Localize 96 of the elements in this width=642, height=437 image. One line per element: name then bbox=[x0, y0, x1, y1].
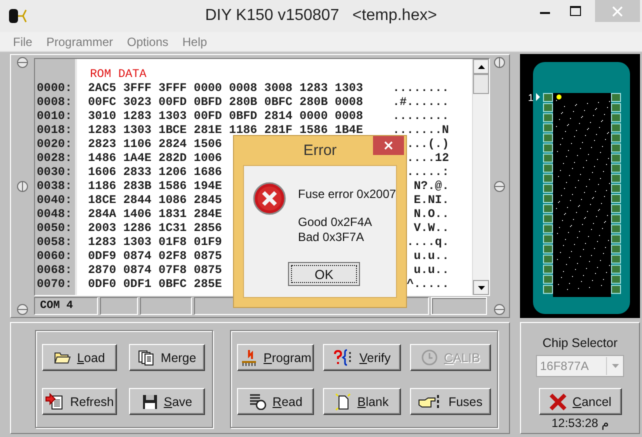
ascii-data: .#...... bbox=[392, 95, 449, 109]
page-icon bbox=[335, 392, 352, 410]
close-icon bbox=[612, 6, 623, 16]
close-icon bbox=[384, 141, 393, 150]
hex-data: 1606 2833 1206 1686 bbox=[88, 165, 222, 179]
ascii-data: .....: bbox=[406, 165, 449, 179]
address-label: 0020: bbox=[36, 137, 73, 151]
hex-data: 1283 1303 1BCE 281E 1186 281F 1586 1B4E bbox=[88, 123, 363, 137]
action-button[interactable]: Refresh bbox=[42, 388, 117, 415]
address-label: 0038: bbox=[36, 179, 73, 193]
menu-item[interactable]: File bbox=[6, 34, 40, 48]
arrow-document-icon bbox=[45, 393, 64, 410]
address-label: 0008: bbox=[36, 95, 73, 109]
app-icon bbox=[8, 7, 28, 25]
menu-item[interactable]: Help bbox=[175, 34, 214, 48]
pin-label: 1 bbox=[528, 93, 534, 104]
hex-data: 2870 0874 07F8 0875 bbox=[88, 263, 222, 277]
action-button[interactable]: Load bbox=[42, 344, 117, 371]
ascii-data: ...(.) bbox=[406, 137, 449, 151]
error-detail: Bad 0x3F7A bbox=[298, 230, 364, 245]
port-status: COM 4 bbox=[34, 297, 98, 315]
close-button[interactable] bbox=[373, 136, 404, 155]
ascii-data: ........ bbox=[392, 109, 449, 123]
menu-item[interactable]: Programmer bbox=[39, 34, 120, 48]
dropdown-arrow-icon bbox=[612, 364, 618, 368]
menu-item[interactable]: Options bbox=[120, 34, 176, 48]
folder-icon bbox=[54, 351, 72, 364]
question-brace-icon bbox=[333, 349, 354, 366]
ascii-data: ....q. bbox=[406, 235, 449, 249]
panel-title: Chip Selector bbox=[542, 336, 618, 350]
address-label: 0060: bbox=[36, 249, 73, 263]
action-button[interactable]: Read bbox=[237, 388, 314, 415]
hex-data: 0DF9 0874 02F8 0875 bbox=[88, 249, 222, 263]
ascii-data: N?.@. bbox=[412, 179, 449, 193]
action-button[interactable]: Fuses bbox=[410, 388, 491, 415]
hex-data: 2003 1286 1C31 2856 bbox=[88, 221, 222, 235]
hex-data: 00FC 3023 00FD 0BFD 280B 0BFC 280B 0008 bbox=[88, 95, 363, 109]
maximize-icon bbox=[570, 6, 580, 16]
hex-data: 0DF0 0DF1 0BFC 285E bbox=[88, 277, 222, 291]
error-icon bbox=[253, 182, 286, 215]
hex-data: 18CE 2844 1086 2845 bbox=[88, 193, 222, 207]
address-label: 0070: bbox=[36, 277, 73, 291]
scrollbar[interactable] bbox=[472, 59, 489, 295]
address-label: 0018: bbox=[36, 123, 73, 137]
hex-data: 1283 1303 01F8 01F9 bbox=[88, 235, 222, 249]
ascii-data: u.u.. bbox=[412, 249, 449, 263]
address-label: 0068: bbox=[36, 263, 73, 277]
ascii-data: V.W.. bbox=[412, 221, 449, 235]
ascii-data: ^..... bbox=[406, 277, 449, 291]
up-arrow-icon bbox=[478, 64, 484, 68]
address-label: 0058: bbox=[36, 235, 73, 249]
ascii-data: ........ bbox=[392, 81, 449, 95]
address-label: 0028: bbox=[36, 151, 73, 165]
grip-icon[interactable] bbox=[17, 57, 28, 68]
address-label: 0010: bbox=[36, 109, 73, 123]
x-icon bbox=[548, 392, 567, 410]
address-label: 0050: bbox=[36, 221, 73, 235]
hex-data: 2AC5 3FFF 3FFF 0000 0008 3008 1283 1303 bbox=[88, 81, 363, 95]
ok-button[interactable]: OK bbox=[288, 262, 360, 286]
error-message: Fuse error 0x2007 bbox=[298, 187, 396, 201]
address-label: 0030: bbox=[36, 165, 73, 179]
clock-time: 12:53:28 م bbox=[551, 416, 609, 430]
document-circle-icon bbox=[248, 393, 267, 410]
action-button[interactable]: Verify bbox=[323, 344, 401, 371]
ascii-data: u.u.. bbox=[412, 263, 449, 277]
window-title: DIY K150 v150807 <temp.hex> bbox=[205, 7, 437, 25]
grip-icon[interactable] bbox=[17, 180, 28, 192]
ascii-data: .......N bbox=[392, 123, 449, 137]
action-button[interactable]: Program bbox=[237, 344, 314, 371]
ascii-data: E.NI. bbox=[412, 193, 449, 207]
error-detail: Good 0x2F4A bbox=[298, 215, 372, 230]
grip-icon[interactable] bbox=[17, 304, 28, 315]
section-header: ROM DATA bbox=[90, 67, 148, 81]
lightning-chip-icon bbox=[240, 349, 258, 366]
down-arrow-icon bbox=[478, 286, 484, 290]
grip-icon[interactable] bbox=[494, 180, 504, 192]
action-button[interactable]: Save bbox=[129, 388, 205, 415]
hex-data: 284A 1406 1831 284E bbox=[88, 207, 222, 221]
ascii-data: N.O.. bbox=[412, 207, 449, 221]
pin-marker-icon bbox=[536, 93, 540, 101]
action-button[interactable]: Merge bbox=[129, 344, 205, 371]
hex-data: 1486 1A4E 282D 1006 bbox=[88, 151, 222, 165]
hex-data: 1186 283B 1586 194E bbox=[88, 179, 222, 193]
documents-icon bbox=[138, 350, 155, 366]
address-label: 0000: bbox=[36, 81, 73, 95]
address-label: 0040: bbox=[36, 193, 73, 207]
ascii-data: ....12 bbox=[406, 151, 449, 165]
address-label: 0048: bbox=[36, 207, 73, 221]
grip-icon[interactable] bbox=[494, 304, 504, 315]
action-button[interactable]: Blank bbox=[323, 388, 401, 415]
dialog-title: Error bbox=[303, 142, 337, 159]
hex-data: 2823 1106 2824 1506 bbox=[88, 137, 222, 151]
hex-data: 3010 1283 1303 00FD 0BFD 2814 0000 0008 bbox=[88, 109, 363, 123]
grip-icon[interactable] bbox=[494, 57, 504, 68]
scroll-thumb[interactable] bbox=[473, 74, 489, 94]
clock-icon bbox=[420, 349, 438, 366]
